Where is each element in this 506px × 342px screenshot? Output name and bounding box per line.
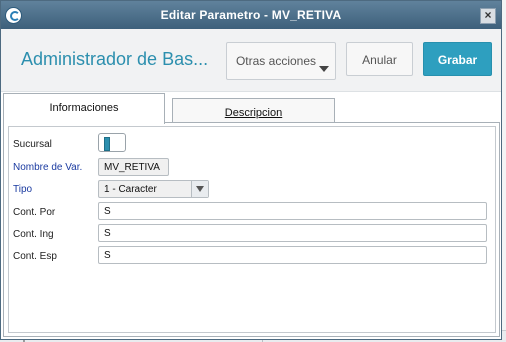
close-button[interactable]: × bbox=[480, 8, 496, 24]
save-button-label: Grabar bbox=[437, 53, 478, 67]
tab-descripcion[interactable]: Descripcion bbox=[172, 98, 335, 125]
tab-descripcion-label: Descripcion bbox=[224, 107, 283, 119]
cont-ing-input[interactable]: S bbox=[98, 224, 487, 242]
sucursal-toggle[interactable] bbox=[98, 133, 126, 152]
nombre-field: MV_RETIVA bbox=[98, 158, 169, 176]
sucursal-label: Sucursal bbox=[13, 139, 52, 150]
tab-informaciones-label: Informaciones bbox=[49, 102, 119, 114]
app-title: Administrador de Bas... bbox=[21, 49, 209, 69]
tipo-label: Tipo bbox=[13, 184, 33, 195]
tipo-select[interactable]: 1 - Caracter bbox=[98, 180, 209, 198]
nombre-value: MV_RETIVA bbox=[104, 162, 160, 173]
other-actions-label: Otras acciones bbox=[235, 54, 317, 68]
cont-ing-value: S bbox=[104, 228, 111, 239]
cont-esp-label: Cont. Esp bbox=[13, 251, 57, 262]
cancel-button-label: Anular bbox=[362, 53, 397, 67]
window-titlebar[interactable]: Editar Parametro - MV_RETIVA × bbox=[1, 1, 501, 29]
tab-strip: Informaciones Descripcion bbox=[1, 91, 501, 125]
cont-esp-input[interactable]: S bbox=[98, 246, 487, 264]
cancel-button[interactable]: Anular bbox=[346, 42, 413, 76]
window-title: Editar Parametro - MV_RETIVA bbox=[160, 8, 342, 22]
header-bar: Administrador de Bas... Otras acciones A… bbox=[1, 29, 501, 91]
cont-por-input[interactable]: S bbox=[98, 202, 487, 220]
form-area: Sucursal Nombre de Var. MV_RETIVA Tipo 1… bbox=[8, 126, 496, 333]
chevron-down-icon bbox=[319, 66, 329, 72]
tab-informaciones[interactable]: Informaciones bbox=[3, 93, 165, 124]
close-icon: × bbox=[484, 8, 492, 22]
save-button[interactable]: Grabar bbox=[423, 42, 492, 76]
cont-por-label: Cont. Por bbox=[13, 207, 56, 218]
other-actions-button[interactable]: Otras acciones bbox=[226, 42, 336, 80]
edit-parameter-dialog: Editar Parametro - MV_RETIVA × Administr… bbox=[0, 0, 502, 340]
screen: Pre-proceso de Pedidos Financiero de Aut… bbox=[0, 0, 506, 342]
cont-por-value: S bbox=[104, 206, 111, 217]
tab-panel: Sucursal Nombre de Var. MV_RETIVA Tipo 1… bbox=[3, 122, 500, 337]
tipo-value: 1 - Caracter bbox=[104, 184, 157, 195]
nombre-label: Nombre de Var. bbox=[13, 162, 83, 173]
cont-esp-value: S bbox=[104, 250, 111, 261]
chevron-down-icon[interactable] bbox=[191, 181, 208, 197]
cont-ing-label: Cont. Ing bbox=[13, 229, 54, 240]
